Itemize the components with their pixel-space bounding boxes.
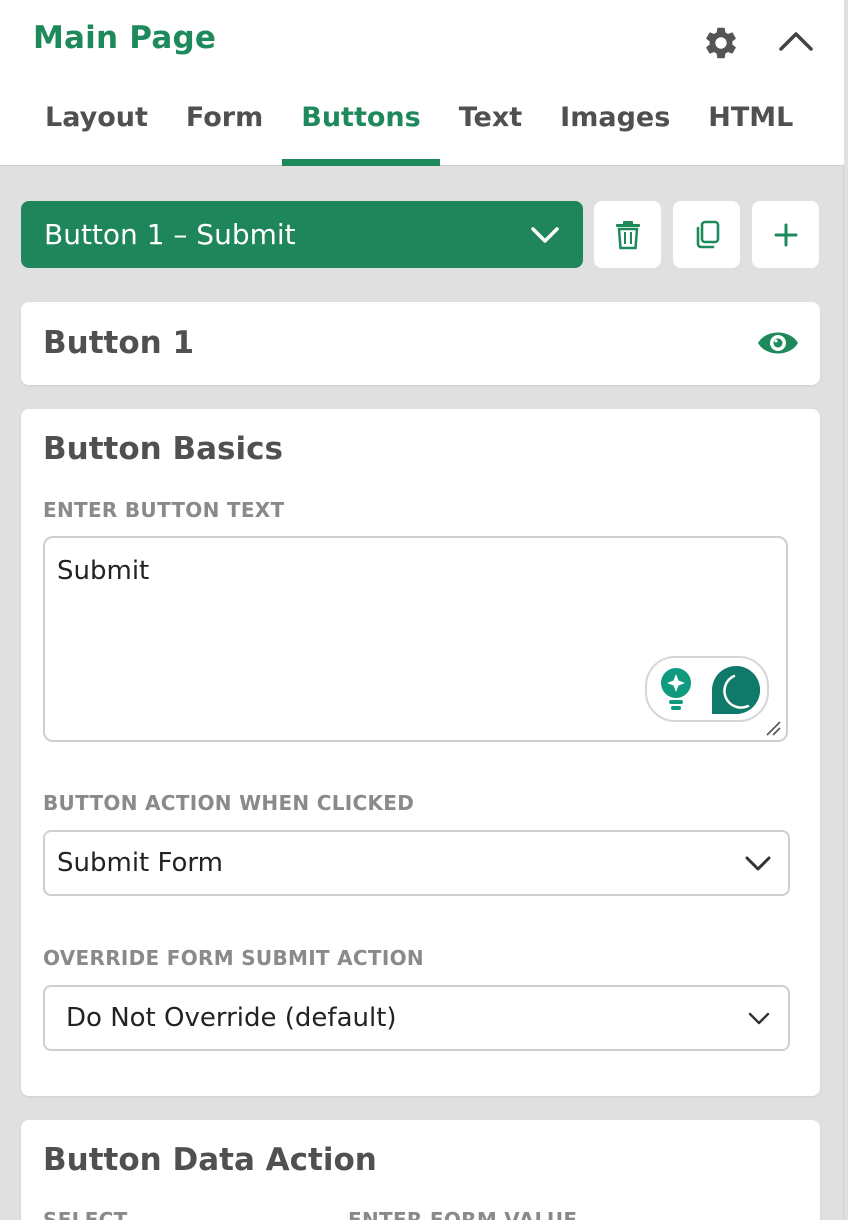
button-action-label: BUTTON ACTION WHEN CLICKED [43,791,415,815]
lightbulb-icon[interactable] [659,667,693,711]
tab-buttons[interactable]: Buttons [282,92,441,166]
add-button[interactable] [752,201,819,268]
plus-icon [774,223,797,246]
button-data-action-title: Button Data Action [43,1142,377,1178]
chevron-down-icon [531,227,559,243]
delete-button[interactable] [594,201,661,268]
trash-icon [615,220,640,249]
button-text-label: ENTER BUTTON TEXT [43,498,285,522]
tab-form[interactable]: Form [167,92,282,166]
button-selector-label: Button 1 – Submit [44,218,296,251]
tab-text[interactable]: Text [440,92,541,166]
writing-assistant-widget[interactable] [645,656,769,722]
assistant-logo-icon[interactable] [710,664,762,716]
button-text-value: Submit [57,556,150,586]
button-selector-dropdown[interactable]: Button 1 – Submit [21,201,583,268]
button-card: Button 1 [21,302,820,385]
tab-html[interactable]: HTML [689,92,812,166]
button-card-title: Button 1 [43,325,195,361]
duplicate-button[interactable] [673,201,740,268]
override-submit-label: OVERRIDE FORM SUBMIT ACTION [43,946,424,970]
page-title: Main Page [33,20,217,56]
button-action-value: Submit Form [57,848,223,878]
tab-layout[interactable]: Layout [26,92,167,166]
settings-panel: Main Page Layout Form Buttons Text Image… [0,0,844,1220]
button-basics-title: Button Basics [43,431,283,467]
gear-icon[interactable] [700,22,742,64]
chevron-up-icon[interactable] [774,20,818,62]
select-label: SELECT [43,1208,128,1220]
button-text-input[interactable]: Submit [43,536,788,742]
override-submit-select[interactable]: Do Not Override (default) [43,985,790,1051]
button-basics-card: Button Basics ENTER BUTTON TEXT Submit B… [21,409,820,1096]
button-data-action-card: Button Data Action SELECT ENTER FORM VAL… [21,1120,820,1220]
resize-handle-icon[interactable] [764,719,782,737]
override-submit-value: Do Not Override (default) [66,1003,397,1033]
chevron-down-icon [748,1012,770,1025]
chevron-down-icon [745,856,771,871]
tab-bar: Layout Form Buttons Text Images HTML [26,92,812,166]
panel-header: Main Page Layout Form Buttons Text Image… [0,0,844,166]
button-action-select[interactable]: Submit Form [43,830,790,896]
form-value-label: ENTER FORM VALUE [348,1208,578,1220]
tab-images[interactable]: Images [541,92,689,166]
eye-icon[interactable] [756,325,800,361]
copy-icon [696,220,719,248]
